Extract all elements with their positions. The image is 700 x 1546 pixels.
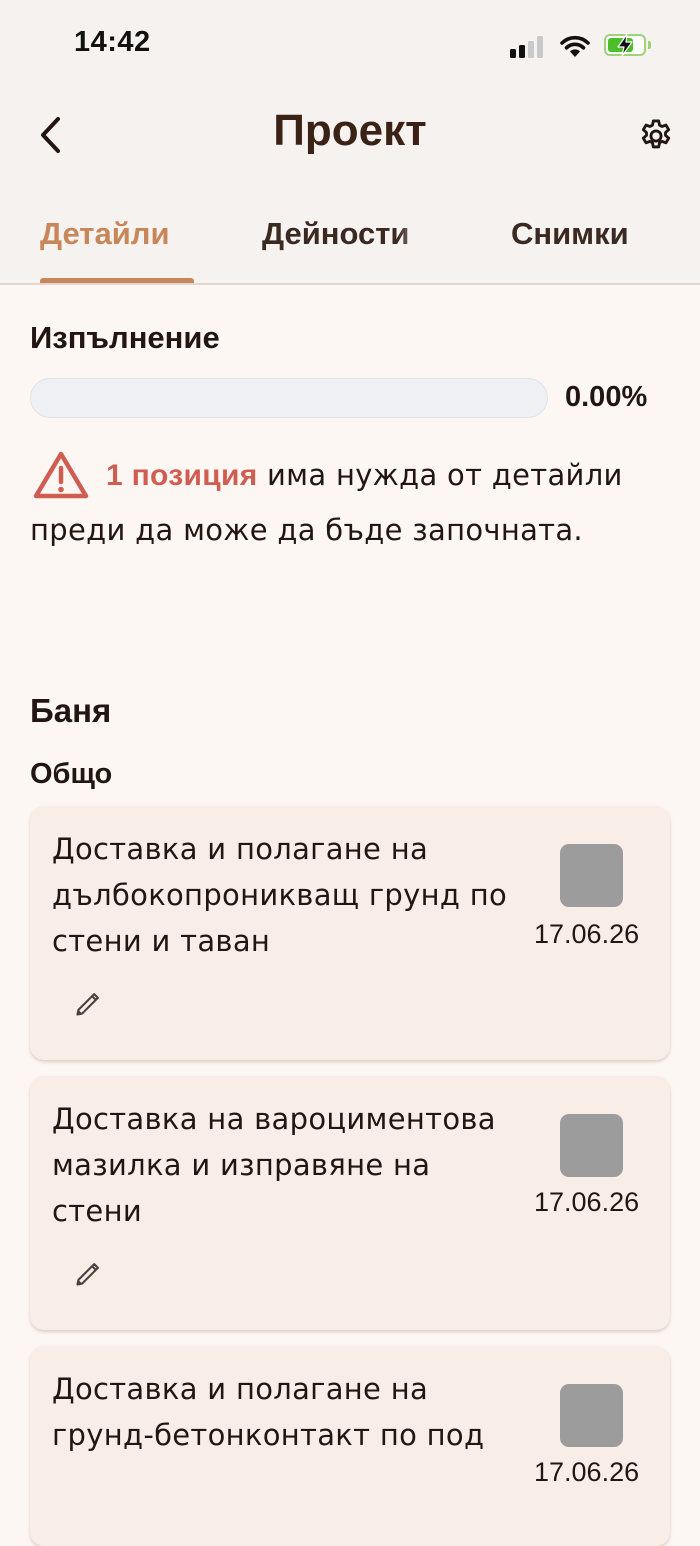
progress-value: 0.00% — [565, 381, 648, 413]
edit-button[interactable] — [70, 986, 106, 1022]
wifi-icon — [558, 33, 592, 63]
page-title: Проект — [273, 106, 427, 155]
task-checkbox[interactable] — [560, 1114, 623, 1177]
room-heading: Баня — [30, 692, 112, 729]
task-title: Доставка и полагане на дълбокопроникващ … — [52, 832, 508, 958]
task-card[interactable]: Доставка и полагане на грунд-бетонконтак… — [30, 1346, 670, 1546]
app-bar: Проект — [0, 90, 700, 190]
task-date: 17.06.26 — [534, 919, 640, 949]
warning-text: 1 позиция има нужда от детайли преди да … — [30, 448, 680, 557]
tab-activities[interactable]: Дейности — [262, 216, 438, 252]
pencil-icon — [76, 1263, 99, 1286]
status-time: 14:42 — [74, 26, 151, 58]
tab-details[interactable]: Детайли — [40, 216, 170, 252]
progress-bar — [30, 378, 548, 418]
signal-icon — [510, 36, 546, 58]
tab-photos[interactable]: Снимки — [511, 216, 629, 252]
warning-message: 1 позиция има нужда от детайли преди да … — [30, 448, 680, 557]
warning-triangle-icon — [33, 451, 89, 499]
task-title: Доставка и полагане на грунд-бетонконтак… — [52, 1372, 485, 1452]
battery-charging-icon — [604, 33, 646, 57]
status-bar: 14:42 — [0, 0, 700, 90]
task-date: 17.06.26 — [534, 1457, 640, 1487]
pencil-icon — [76, 993, 99, 1016]
task-checkbox[interactable] — [560, 844, 623, 907]
task-checkbox[interactable] — [560, 1384, 623, 1447]
battery-cap — [648, 41, 651, 49]
tab-label-fade — [398, 216, 438, 252]
group-heading: Общо — [30, 758, 113, 790]
warning-highlight: 1 позиция — [106, 459, 258, 492]
edit-button[interactable] — [70, 1256, 106, 1292]
active-tab-indicator — [40, 278, 194, 283]
gear-icon — [641, 119, 671, 149]
tab-bar: Детайли Дейности Снимки — [0, 190, 700, 285]
task-card[interactable]: Доставка на вароциментова мазилка и изпр… — [30, 1076, 670, 1330]
settings-button[interactable] — [632, 112, 680, 160]
task-date: 17.06.26 — [534, 1187, 640, 1217]
tab-activities-label: Дейности — [262, 216, 410, 251]
task-card[interactable]: Доставка и полагане на дълбокопроникващ … — [30, 806, 670, 1060]
task-title: Доставка на вароциментова мазилка и изпр… — [52, 1102, 496, 1228]
progress-label: Изпълнение — [30, 320, 220, 355]
